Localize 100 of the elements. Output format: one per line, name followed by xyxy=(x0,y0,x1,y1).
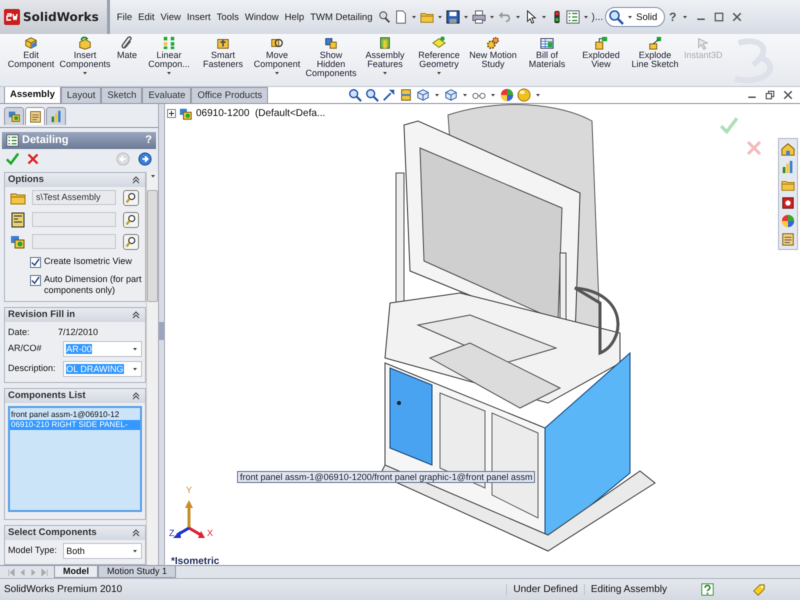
block-icon xyxy=(378,36,392,50)
menu-item[interactable]: Edit xyxy=(135,10,158,24)
caret-icon[interactable] xyxy=(582,13,590,21)
browse-button[interactable] xyxy=(123,234,139,250)
checklist-icon[interactable] xyxy=(566,10,580,24)
browse-button[interactable] xyxy=(123,212,139,228)
command-tab[interactable]: Office Products xyxy=(191,86,268,103)
folder-icon[interactable] xyxy=(420,10,434,24)
collapse-icon[interactable] xyxy=(130,526,142,539)
ribbon-button[interactable]: Smart Fasteners xyxy=(196,34,250,86)
restore-icon[interactable] xyxy=(764,89,776,102)
section-title: Select Components xyxy=(8,527,97,538)
command-tab[interactable]: Layout xyxy=(60,86,102,103)
ribbon-button[interactable]: Explode Line Sketch xyxy=(628,34,682,86)
ribbon-button[interactable]: Exploded View xyxy=(574,34,628,86)
checkbox[interactable] xyxy=(30,274,41,286)
menu-item[interactable]: TWM Detailing xyxy=(307,10,376,24)
ribbon-button[interactable]: New Motion Study xyxy=(466,34,520,86)
cube-icon[interactable] xyxy=(416,88,430,102)
ribbon-button[interactable]: Insert Components xyxy=(58,34,112,86)
section-title: Revision Fill in xyxy=(8,309,76,320)
collapse-icon[interactable] xyxy=(130,174,142,186)
gear-icon xyxy=(486,36,500,50)
page-icon[interactable] xyxy=(394,10,408,24)
menu-item[interactable]: Window xyxy=(242,10,282,24)
list-item[interactable]: front panel assm-1@06910-12 xyxy=(10,410,140,420)
splitter-handle[interactable] xyxy=(159,322,164,340)
search-field[interactable]: Solid xyxy=(605,7,666,27)
command-tab[interactable]: Sketch xyxy=(101,86,142,103)
clipboard-icon[interactable] xyxy=(781,232,795,246)
scrollbar[interactable] xyxy=(146,172,158,566)
menu-item[interactable]: Insert xyxy=(184,10,214,24)
ribbon-button[interactable]: Move Component xyxy=(250,34,304,86)
tree-item[interactable]: 06910-1200 (Default<Defa... xyxy=(196,108,326,120)
caret-icon[interactable] xyxy=(680,13,689,21)
ribbon-button[interactable]: Mate xyxy=(112,34,142,86)
command-tab[interactable]: Evaluate xyxy=(142,86,192,103)
panel-tab[interactable] xyxy=(25,106,45,125)
browse-button[interactable] xyxy=(123,190,139,206)
previous-view-icon[interactable] xyxy=(382,88,396,102)
tag-icon[interactable] xyxy=(752,582,766,597)
menu-item[interactable]: Tools xyxy=(214,10,242,24)
floppy-icon[interactable] xyxy=(446,10,460,24)
maximize-icon[interactable] xyxy=(712,11,725,23)
check-icon[interactable] xyxy=(6,152,19,166)
caret-icon[interactable] xyxy=(514,13,522,21)
bottom-tab[interactable]: Model xyxy=(54,566,98,578)
sphere-icon[interactable] xyxy=(500,88,514,102)
assembly-icon xyxy=(10,234,26,250)
ribbon-button[interactable]: Show Hidden Components xyxy=(304,34,358,86)
menu-item[interactable]: View xyxy=(157,10,184,24)
caret-icon[interactable] xyxy=(540,13,548,21)
caret-icon xyxy=(381,69,389,77)
expand-icon[interactable] xyxy=(167,109,176,118)
collapse-icon[interactable] xyxy=(130,308,142,321)
chart-icon[interactable] xyxy=(781,160,795,174)
menu-item[interactable]: File xyxy=(114,10,136,24)
ribbon-button[interactable]: Bill of Materials xyxy=(520,34,574,86)
printer-icon[interactable] xyxy=(472,10,486,24)
sphere-icon[interactable] xyxy=(781,214,795,228)
panel-tab[interactable] xyxy=(4,106,24,125)
caret-icon[interactable] xyxy=(410,13,418,21)
search-icon[interactable] xyxy=(348,88,362,102)
path-field[interactable]: s\Test Assembly xyxy=(32,190,116,206)
ribbon-button[interactable]: Edit Component xyxy=(4,34,58,86)
cube-icon xyxy=(24,36,38,50)
house-icon[interactable] xyxy=(781,142,795,156)
ribbon-button[interactable]: Reference Geometry xyxy=(412,34,466,86)
sphere-icon[interactable] xyxy=(517,88,532,102)
overflow-button[interactable]: )... xyxy=(592,12,604,22)
close-icon[interactable] xyxy=(27,152,39,165)
book-icon[interactable] xyxy=(781,196,795,210)
caret-icon[interactable] xyxy=(462,13,470,21)
search-icon xyxy=(608,9,624,25)
menu-item[interactable]: Help xyxy=(282,10,308,24)
components-list[interactable]: front panel assm-1@06910-12 06910-210 RIGHT SIDE PANEL- xyxy=(8,406,142,512)
field-label: Description: xyxy=(8,362,57,373)
line-sketch-icon xyxy=(648,36,662,50)
ribbon-button[interactable]: Assembly Features xyxy=(358,34,412,86)
status-text: SolidWorks Premium 2010 xyxy=(4,584,124,596)
ribbon-button[interactable]: Linear Compon... xyxy=(142,34,196,86)
caret-icon xyxy=(273,69,281,77)
caret-icon[interactable] xyxy=(436,13,444,21)
collapse-icon[interactable] xyxy=(130,390,142,402)
help-icon[interactable] xyxy=(701,582,714,596)
bottom-tab[interactable]: Motion Study 1 xyxy=(98,566,176,578)
dropdown-field[interactable]: Both xyxy=(63,542,142,559)
help-button[interactable]: ? xyxy=(669,10,677,24)
cube-icon[interactable] xyxy=(444,88,458,102)
search-icon[interactable] xyxy=(365,88,380,102)
path-field[interactable] xyxy=(32,234,116,250)
plane-icon xyxy=(432,36,446,50)
path-field[interactable] xyxy=(32,212,116,228)
close-icon[interactable] xyxy=(782,89,794,102)
panel-tab[interactable] xyxy=(46,106,66,125)
caret-icon[interactable] xyxy=(488,13,496,21)
close-icon[interactable] xyxy=(730,11,743,23)
axis-label: Y xyxy=(186,484,192,495)
section-view-icon[interactable] xyxy=(399,88,414,102)
checkbox[interactable] xyxy=(30,256,41,268)
